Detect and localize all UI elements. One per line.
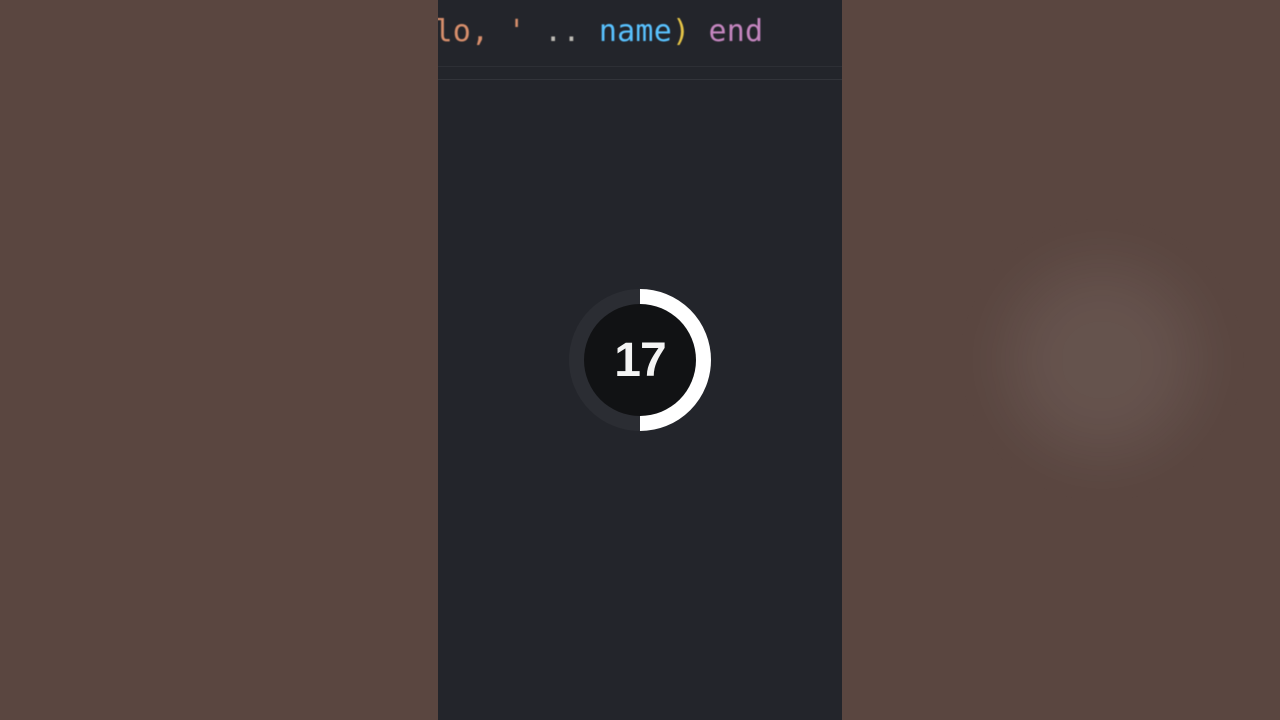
code-token [690,14,708,49]
timer-value: 17 [614,333,665,388]
pillarbox-left [0,0,440,720]
code-token: end [708,14,763,49]
code-token: name [599,14,672,49]
code-token [526,14,544,49]
pillarbox-right [840,0,1280,720]
code-token: .. [544,14,581,49]
code-token: ) [672,14,690,49]
code-token: ello, [438,14,508,49]
editor-divider [438,66,842,67]
timer-disc: 17 [584,304,696,416]
code-line: ello, ' .. name) end [438,14,763,49]
video-viewport: ello, ' .. name) end 17 [438,0,842,720]
code-token: ' [508,14,526,49]
countdown-timer: 17 [565,285,715,435]
code-token [581,14,599,49]
code-editor-pane: ello, ' .. name) end [438,0,842,80]
